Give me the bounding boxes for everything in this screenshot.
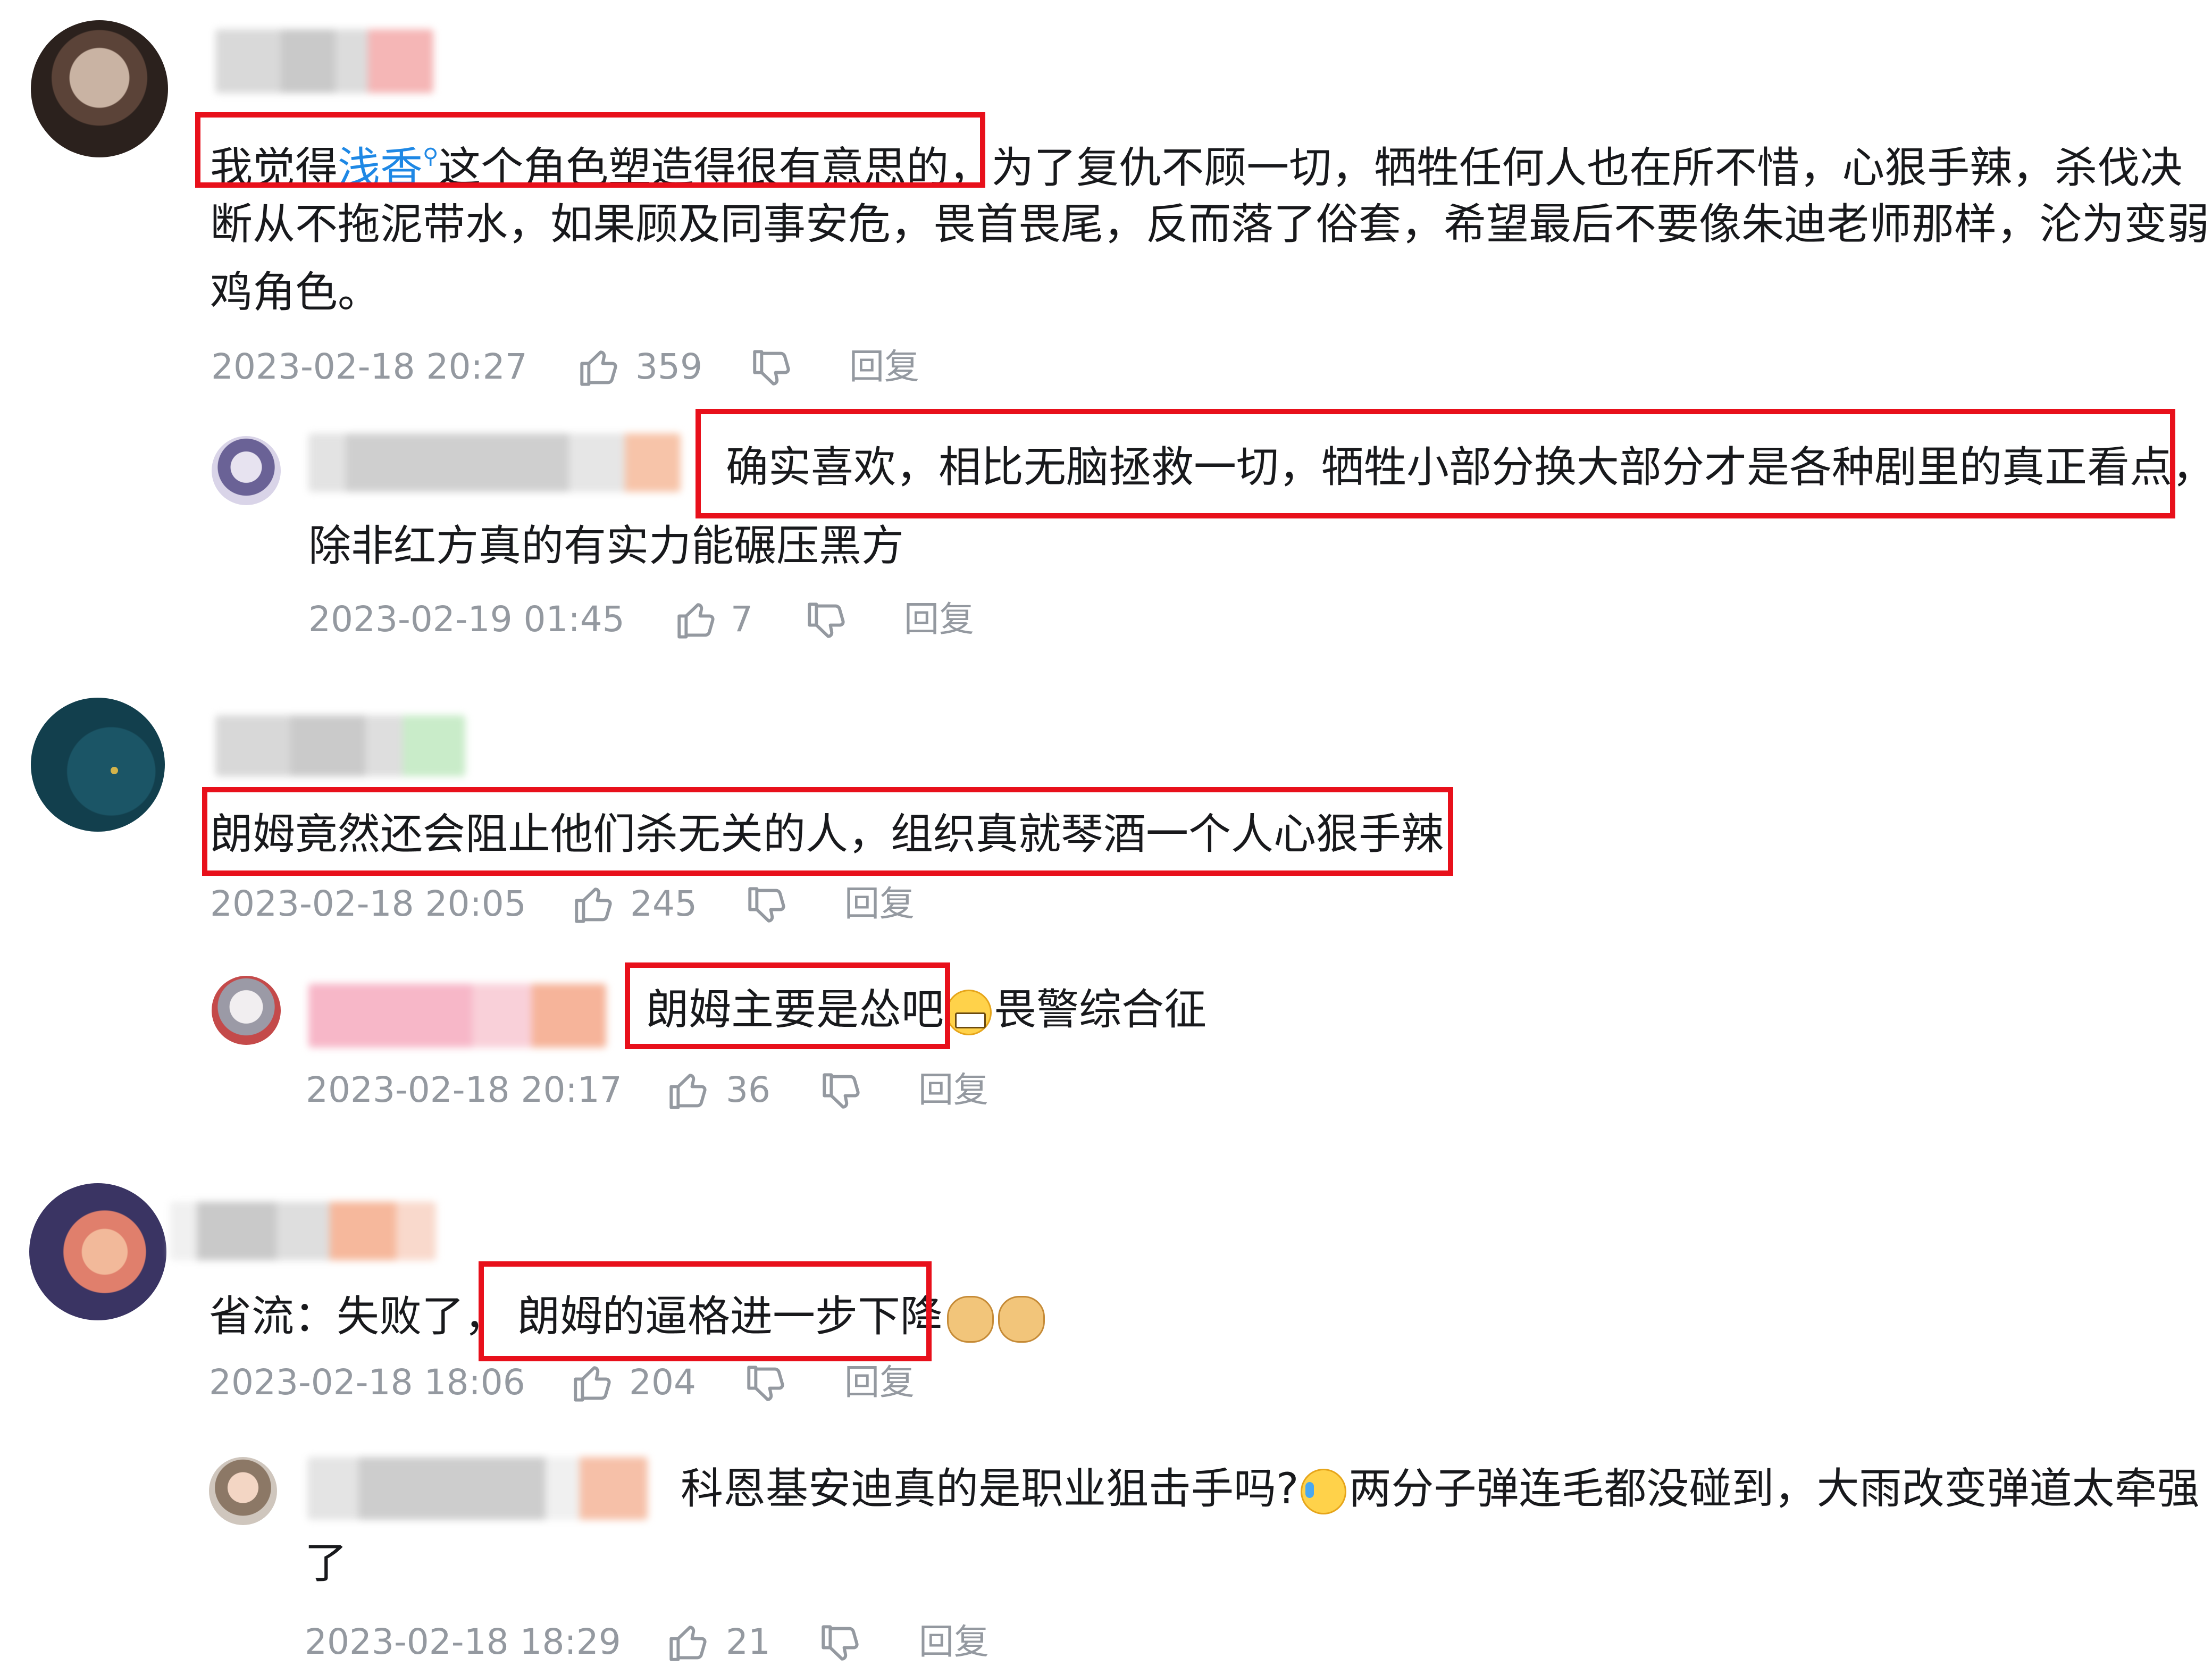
reply-meta: 2023-02-18 18:29 21 回复 [305, 1621, 1102, 1663]
reply-button[interactable]: 回复 [844, 1361, 915, 1404]
thumb-up-icon[interactable] [573, 885, 615, 923]
reply-meta: 2023-02-18 20:17 36 回复 [306, 1069, 1103, 1111]
reply-button[interactable]: 回复 [904, 598, 974, 641]
avatar[interactable] [31, 698, 165, 832]
username-blurred[interactable] [215, 715, 465, 776]
thumb-down-icon[interactable] [751, 350, 793, 388]
username-blurred[interactable] [308, 433, 681, 492]
avatar[interactable] [209, 1457, 277, 1525]
comment-text: 断从不拖泥带水，如果顾及同事安危，畏首畏尾，反而落了俗套，希望最后不要像朱迪老师… [210, 199, 2209, 249]
thumb-up-icon[interactable] [675, 600, 718, 639]
comment-meta: 2023-02-18 20:27 359 回复 [211, 346, 1009, 388]
like-count: 245 [630, 883, 697, 924]
grin-emoji [946, 990, 992, 1036]
like-count: 204 [629, 1362, 696, 1403]
reply-button[interactable]: 回复 [849, 346, 919, 388]
thumb-up-icon[interactable] [667, 1071, 710, 1109]
like-count: 7 [731, 599, 753, 640]
reply-meta: 2023-02-19 01:45 7 回复 [308, 598, 1106, 641]
comment-meta: 2023-02-18 20:05 245 回复 [210, 883, 1008, 925]
thumb-down-icon[interactable] [745, 1366, 787, 1404]
username-blurred[interactable] [307, 1457, 648, 1520]
timestamp: 2023-02-18 18:29 [305, 1621, 621, 1662]
reply-button[interactable]: 回复 [919, 1621, 989, 1663]
comment: 我觉得浅香⚲这个角色塑造得很有意思的，为了复仇不顾一切，牺牲任何人也在所不惜，心… [0, 0, 2212, 654]
avatar[interactable] [212, 436, 281, 505]
timestamp: 2023-02-18 20:05 [210, 883, 526, 924]
highlight-box [202, 787, 1453, 876]
avatar[interactable] [31, 20, 168, 157]
username-blurred[interactable] [170, 1202, 436, 1260]
thumb-down-icon[interactable] [820, 1073, 863, 1111]
highlight-box [195, 112, 985, 188]
comment-text: 鸡角色。 [210, 267, 380, 317]
thumb-up-icon[interactable] [572, 1363, 614, 1402]
username-blurred[interactable] [215, 29, 433, 93]
comment: 朗姆竟然还会阻止他们杀无关的人，组织真就琴酒一个人心狠手辣 2023-02-18… [0, 654, 2212, 1133]
doge-emoji [998, 1296, 1045, 1343]
reply-text: 除非红方真的有实力能碾压黑方 [308, 521, 904, 571]
like-count: 36 [726, 1069, 770, 1110]
reply-text: 了 [305, 1538, 347, 1588]
thumb-down-icon[interactable] [819, 1625, 862, 1663]
doge-emoji [947, 1296, 994, 1343]
reply-button[interactable]: 回复 [844, 883, 915, 925]
thumb-down-icon[interactable] [806, 602, 848, 641]
reply-text: 科恩基安迪真的是职业狙击手吗? 两分子弹连毛都没碰到，大雨改变弹道太牵强 [681, 1455, 2199, 1523]
comment: 省流：失败了， 朗姆的逼格进一步下降 2023-02-18 18:06 204 回… [0, 1133, 2212, 1666]
thumb-up-icon[interactable] [667, 1623, 710, 1661]
timestamp: 2023-02-18 18:06 [209, 1362, 525, 1403]
timestamp: 2023-02-18 20:17 [306, 1069, 622, 1110]
timestamp: 2023-02-19 01:45 [308, 599, 625, 640]
timestamp: 2023-02-18 20:27 [211, 346, 527, 387]
highlight-box [625, 962, 950, 1049]
highlight-box [696, 409, 2175, 518]
highlight-box [479, 1261, 932, 1361]
thumb-up-icon[interactable] [578, 348, 621, 386]
avatar[interactable] [29, 1183, 166, 1320]
reply-button[interactable]: 回复 [918, 1069, 988, 1111]
like-count: 359 [635, 346, 702, 387]
avatar[interactable] [212, 976, 281, 1045]
cry-laugh-emoji [1301, 1469, 1347, 1515]
username-blurred[interactable] [308, 984, 606, 1048]
comment-meta: 2023-02-18 18:06 204 回复 [209, 1361, 1007, 1404]
like-count: 21 [726, 1621, 770, 1662]
thumb-down-icon[interactable] [746, 887, 789, 925]
